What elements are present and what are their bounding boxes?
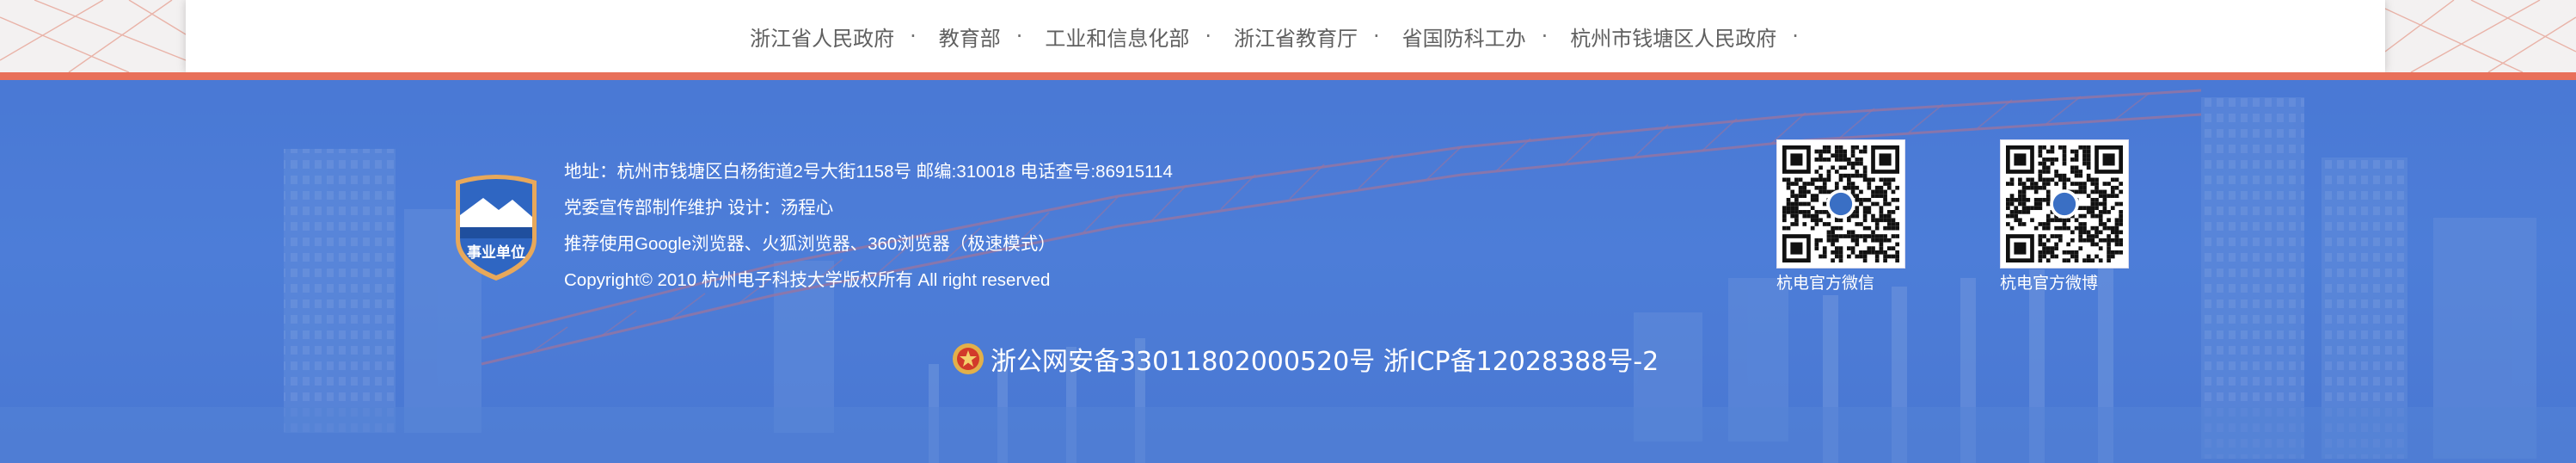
icp-record[interactable]: 浙公网安备33011802000520号 浙ICP备12028388号-2 <box>951 339 1659 379</box>
friend-link[interactable]: 省国防科工办 <box>1402 22 1526 52</box>
svg-text:事业单位: 事业单位 <box>467 244 525 262</box>
wechat-qr-code[interactable] <box>1776 139 1905 269</box>
friend-link[interactable]: 工业和信息化部 <box>1045 22 1189 52</box>
link-separator: · <box>1792 24 1799 48</box>
footer-maintainer: 党委宣传部制作维护 设计：汤程心 <box>564 198 834 218</box>
link-separator: · <box>1205 24 1211 48</box>
friend-link[interactable]: 浙江省教育厅 <box>1234 22 1358 52</box>
link-separator: · <box>1015 24 1023 48</box>
friend-link[interactable]: 杭州市钱塘区人民政府 <box>1570 22 1776 52</box>
footer-address: 地址：杭州市钱塘区白杨街道2号大街1158号 邮编:310018 电话查号:86… <box>564 162 1173 182</box>
link-separator: · <box>910 24 917 48</box>
qr-wechat-block: 杭电官方微信 <box>1776 139 1907 293</box>
public-institution-emblem: 事业单位 <box>456 175 537 281</box>
accent-divider <box>0 72 2576 80</box>
footer-copyright: Copyright© 2010 杭州电子科技大学版权所有 All right r… <box>564 270 1051 290</box>
footer-info: 地址：杭州市钱塘区白杨街道2号大街1158号 邮编:310018 电话查号:86… <box>564 154 1173 299</box>
friend-link[interactable]: 教育部 <box>939 22 1001 52</box>
police-badge-icon <box>953 343 984 374</box>
qr-weibo-label: 杭电官方微博 <box>2000 274 2099 293</box>
footer-browser-recommendation: 推荐使用Google浏览器、火狐浏览器、360浏览器（极速模式） <box>564 234 1056 254</box>
link-separator: · <box>1541 24 1549 48</box>
friend-links: 浙江省人民政府 · 教育部 · 工业和信息化部 · 浙江省教育厅 · 省国防科工办 · 杭州市钱塘区… <box>750 22 1821 52</box>
left-decoration <box>0 0 186 72</box>
right-decoration <box>2385 0 2576 72</box>
campus-background <box>0 80 2576 463</box>
icp-record-text[interactable]: 浙公网安备33011802000520号 浙ICP备12028388号-2 <box>991 340 1659 378</box>
site-footer: 事业单位 地址：杭州市钱塘区白杨街道2号大街1158号 邮编:310018 电话… <box>0 80 2576 463</box>
weibo-qr-code[interactable] <box>2000 139 2129 269</box>
friend-link[interactable]: 浙江省人民政府 <box>750 22 894 52</box>
friend-links-strip: 浙江省人民政府 · 教育部 · 工业和信息化部 · 浙江省教育厅 · 省国防科工办 · 杭州市钱塘区… <box>0 0 2576 72</box>
links-panel: 浙江省人民政府 · 教育部 · 工业和信息化部 · 浙江省教育厅 · 省国防科工办 · 杭州市钱塘区… <box>186 0 2385 72</box>
qr-wechat-label: 杭电官方微信 <box>1776 274 1875 293</box>
link-separator: · <box>1373 24 1380 48</box>
qr-code-icon <box>1782 145 1899 262</box>
qr-code-icon <box>2006 145 2123 262</box>
qr-weibo-block: 杭电官方微博 <box>2000 139 2131 293</box>
